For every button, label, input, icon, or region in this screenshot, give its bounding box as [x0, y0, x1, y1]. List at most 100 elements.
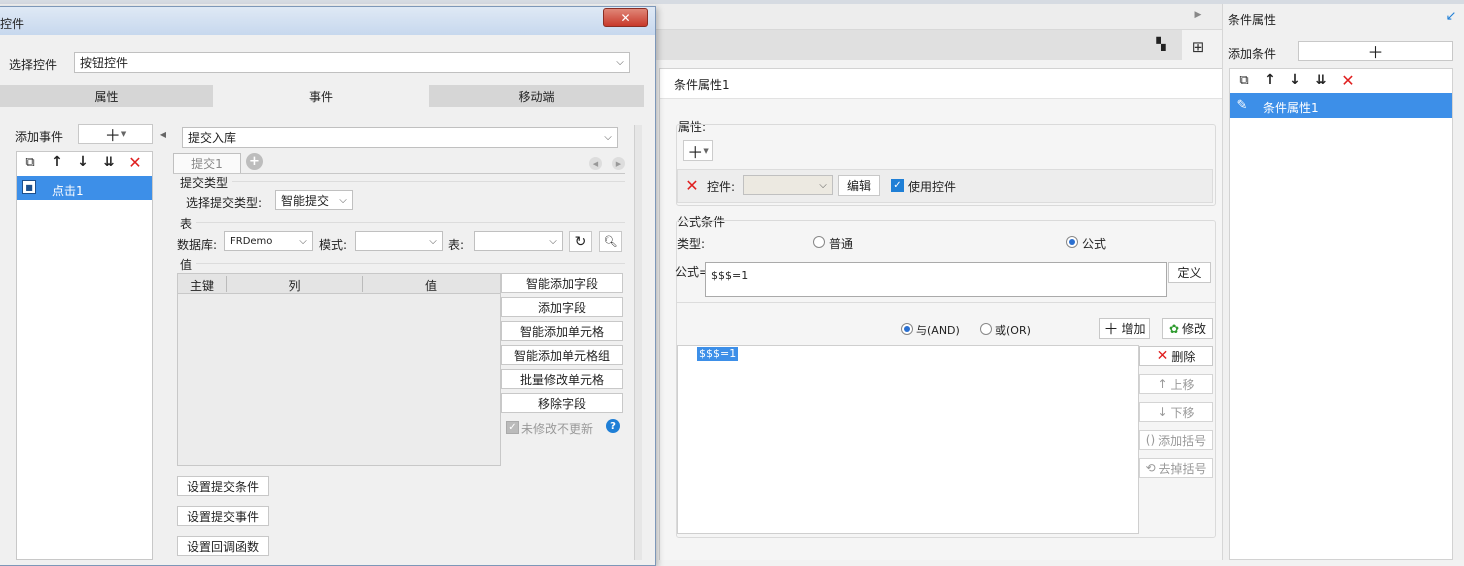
move-down-button[interactable]: ↓ 下移	[1139, 402, 1213, 422]
edit-button[interactable]: 编辑	[838, 175, 880, 196]
chevron-down-icon: ⌵	[819, 179, 827, 191]
no-update-checkbox[interactable]: ✓	[506, 421, 519, 434]
col-header-column[interactable]: 列	[227, 277, 362, 294]
col-header-key[interactable]: 主键	[178, 277, 226, 294]
use-control-checkbox[interactable]: ✓	[891, 179, 904, 192]
format-painter-icon[interactable]: ▚	[1153, 36, 1169, 52]
table-combo[interactable]: ⌵	[474, 231, 563, 251]
dialog-scrollbar[interactable]	[634, 125, 642, 560]
caret-down-icon: ▼	[703, 146, 709, 155]
collapse-panel-icon[interactable]: ↙	[1444, 9, 1458, 24]
arrow-down-icon[interactable]: ↓	[1287, 72, 1303, 88]
preview-table-button[interactable]: 🔍︎	[599, 231, 622, 252]
condition-list[interactable]	[677, 345, 1139, 534]
formula-divider	[677, 302, 1215, 303]
batch-modify-cell-button[interactable]: 批量修改单元格	[501, 369, 623, 389]
smart-add-field-button[interactable]: 智能添加字段	[501, 273, 623, 293]
close-icon: ✕	[620, 10, 631, 25]
delete-attr-icon[interactable]: ✕	[684, 176, 700, 195]
tab-prev-icon[interactable]: ◀	[589, 157, 602, 170]
smart-add-cell-button[interactable]: 智能添加单元格	[501, 321, 623, 341]
remove-bracket-icon: ⟲	[1145, 461, 1156, 475]
type-normal-label: 普通	[829, 237, 854, 251]
submit-type-combo[interactable]: 智能提交 ⌵	[275, 190, 353, 210]
chevron-down-icon: ⌵	[299, 235, 307, 247]
formula-input[interactable]: $$$=1	[705, 262, 1167, 297]
formula-label: 公式=	[675, 265, 710, 279]
dialog-titlebar[interactable]	[0, 7, 655, 35]
condition-list-item[interactable]: $$$=1	[697, 347, 739, 361]
arrow-down-icon: ↓	[1157, 405, 1168, 419]
dialog-close-button[interactable]: ✕	[603, 8, 648, 27]
submit-type-label: 选择提交类型:	[186, 196, 263, 210]
attr-add-button[interactable]: ＋ ▼	[683, 140, 713, 162]
tab-next-icon[interactable]: ▶	[612, 157, 625, 170]
logic-and-label: 与(AND)	[916, 324, 960, 337]
plus-icon: ＋	[104, 126, 121, 145]
add-event-button[interactable]: ＋ ▼	[78, 124, 153, 145]
submit-type-divider	[232, 181, 625, 182]
copy-icon[interactable]: ⧉	[22, 154, 38, 170]
add-bracket-button[interactable]: () 添加括号	[1139, 430, 1213, 450]
callback-button[interactable]: 设置回调函数	[177, 536, 269, 556]
edit-pencil-icon: ✎	[1236, 97, 1248, 113]
right-panel-title: 条件属性	[1228, 13, 1277, 27]
value-divider	[196, 263, 625, 264]
select-control-combo[interactable]: 按钮控件 ⌵	[74, 52, 630, 73]
delete-icon[interactable]: ✕	[127, 153, 143, 172]
type-formula-radio[interactable]	[1066, 236, 1078, 248]
submit-event-button[interactable]: 设置提交事件	[177, 506, 269, 526]
smart-add-cell-group-button[interactable]: 智能添加单元格组	[501, 345, 623, 365]
arrow-down-icon[interactable]: ↓	[75, 154, 91, 170]
type-label: 类型:	[677, 237, 706, 251]
tab-events[interactable]: 事件	[214, 85, 428, 107]
help-icon[interactable]: ?	[606, 419, 620, 433]
arrow-up-icon[interactable]: ↑	[49, 154, 65, 170]
add-tab-icon[interactable]: +	[246, 153, 263, 170]
sort-down-icon[interactable]: ⇊	[100, 154, 118, 170]
logic-and-radio[interactable]	[901, 323, 913, 335]
tab-mobile[interactable]: 移动端	[429, 85, 644, 107]
logic-or-radio[interactable]	[980, 323, 992, 335]
refresh-button[interactable]: ↻	[569, 231, 592, 252]
layout-icon[interactable]: ⊞	[1188, 38, 1208, 56]
event-item-click[interactable]	[17, 176, 152, 200]
plus-icon: ＋	[687, 142, 704, 162]
table-label: 表:	[448, 238, 465, 252]
define-button[interactable]: 定义	[1168, 262, 1211, 283]
bg-toolbar-2	[655, 30, 1182, 60]
no-update-label: 未修改不更新	[521, 422, 594, 436]
collapse-left-icon[interactable]: ◀	[159, 122, 167, 146]
event-item-icon: ■	[22, 180, 36, 194]
tab-submit-1[interactable]: 提交1	[173, 153, 241, 173]
database-combo[interactable]: FRDemo ⌵	[224, 231, 313, 251]
dialog-title: 控件	[0, 17, 25, 31]
logic-or-label: 或(OR)	[995, 324, 1031, 337]
move-up-button[interactable]: ↑ 上移	[1139, 374, 1213, 394]
event-list	[16, 151, 153, 560]
copy-icon[interactable]: ⧉	[1236, 72, 1252, 88]
condition-tree	[1229, 68, 1453, 560]
expand-right-icon[interactable]: ▶	[1192, 8, 1204, 22]
delete-icon[interactable]: ✕	[1340, 71, 1356, 90]
event-type-combo[interactable]: 提交入库 ⌵	[182, 127, 618, 148]
modify-icon: ✿	[1168, 321, 1180, 336]
add-field-button[interactable]: 添加字段	[501, 297, 623, 317]
condition-tree-item-label: 条件属性1	[1263, 101, 1319, 115]
sort-down-icon[interactable]: ⇊	[1312, 72, 1330, 88]
table-section: 表	[180, 217, 193, 231]
schema-combo[interactable]: ⌵	[355, 231, 443, 251]
col-header-value[interactable]: 值	[363, 277, 499, 294]
control-select[interactable]: ⌵	[743, 175, 833, 195]
arrow-up-icon[interactable]: ↑	[1262, 72, 1278, 88]
type-normal-radio[interactable]	[813, 236, 825, 248]
submit-condition-button[interactable]: 设置提交条件	[177, 476, 269, 496]
add-condition-button[interactable]: ＋	[1298, 41, 1453, 62]
add-condition-item-button[interactable]: ＋增加	[1099, 318, 1150, 339]
remove-bracket-button[interactable]: ⟲ 去掉括号	[1139, 458, 1213, 478]
tab-properties[interactable]: 属性	[0, 85, 213, 107]
delete-condition-button[interactable]: ✕ 删除	[1139, 346, 1213, 366]
modify-button[interactable]: ✿ 修改	[1162, 318, 1213, 339]
tab-divider	[173, 173, 625, 174]
remove-field-button[interactable]: 移除字段	[501, 393, 623, 413]
